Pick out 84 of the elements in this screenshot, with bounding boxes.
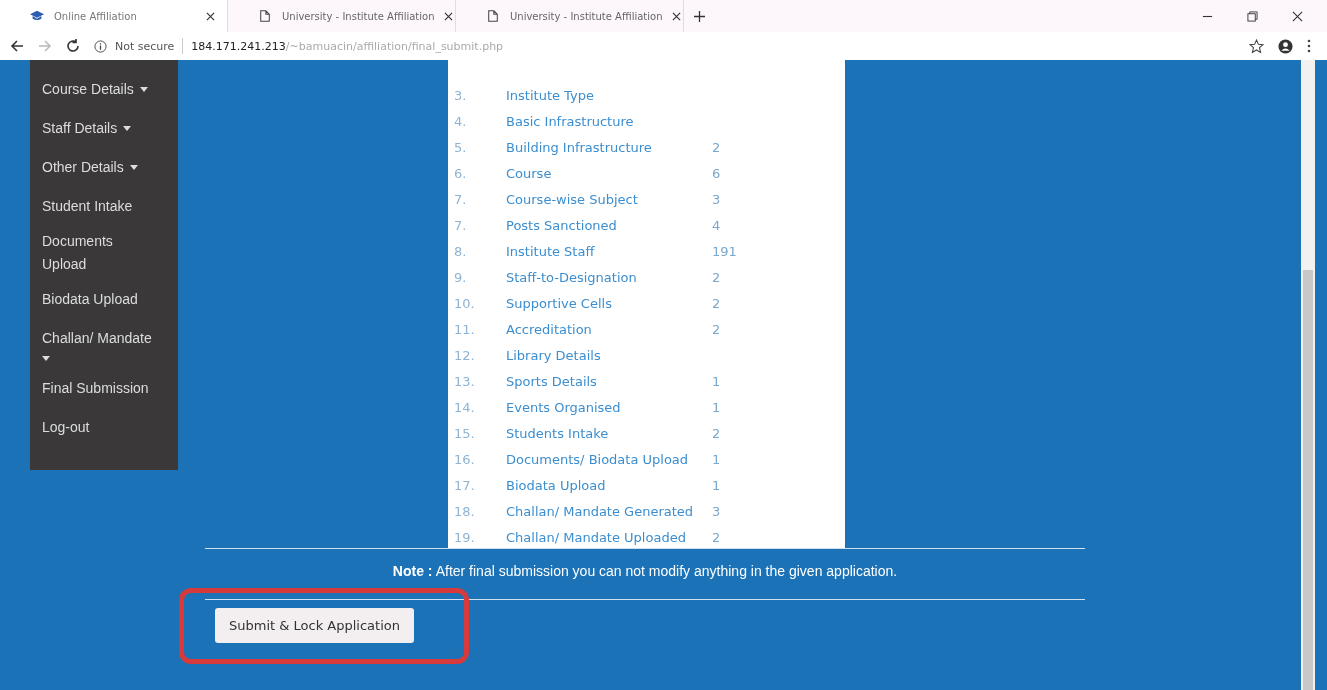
row-number: 3. (453, 87, 468, 103)
table-cell-text: Students Intake (506, 425, 610, 441)
sidebar-item[interactable]: Biodata Upload (30, 280, 178, 319)
browser-tab[interactable]: Online Affiliation (0, 0, 228, 32)
table-cell-text: Institute Type (506, 87, 595, 103)
reload-icon[interactable] (66, 39, 80, 53)
row-number: 7. (453, 217, 468, 233)
row-number: 8. (453, 243, 468, 259)
table-cell-text: Staff-to-Designation (506, 269, 638, 285)
count-cell: 4 (712, 217, 721, 233)
row-number: 14. (453, 399, 476, 415)
graduation-cap-icon (30, 10, 44, 22)
new-tab-icon[interactable] (694, 10, 705, 22)
count-cell: 1 (712, 373, 721, 389)
count-cell: 2 (712, 321, 721, 337)
row-number: 9. (453, 269, 468, 285)
note-text: Note : After final submission you can not modify anything in the given application. (391, 563, 899, 579)
count-cell: 3 (712, 503, 721, 519)
row-number: 11. (453, 321, 476, 337)
sidebar-item[interactable]: Other Details (30, 148, 178, 187)
close-icon[interactable] (1292, 10, 1303, 22)
table-cell-text: Course (506, 165, 553, 181)
table-cell-text: Building Infrastructure (506, 139, 653, 155)
table-cell-text: Documents/ Biodata Upload (506, 451, 690, 467)
sidebar-item[interactable]: Staff Details (30, 109, 178, 148)
row-number: 15. (453, 425, 476, 441)
caret-icon (139, 87, 148, 92)
count-cell: 2 (712, 295, 721, 311)
close-icon[interactable] (672, 11, 682, 21)
star-icon[interactable] (1249, 38, 1264, 54)
row-number: 7. (453, 191, 468, 207)
menu-icon[interactable] (1307, 39, 1311, 53)
row-number: 13. (453, 373, 476, 389)
sidebar-item[interactable]: Course Details (30, 70, 178, 109)
table-cell-text: Supportive Cells (506, 295, 613, 311)
row-number: 10. (453, 295, 476, 311)
scrollbar[interactable] (1301, 60, 1315, 690)
table-cell-text: Posts Sanctioned (506, 217, 618, 233)
back-arrow-icon[interactable] (10, 39, 24, 53)
row-number: 18. (453, 503, 476, 519)
count-cell: 1 (712, 477, 721, 493)
page-icon (486, 10, 500, 22)
account-icon[interactable] (1278, 38, 1293, 54)
table-cell-text: Course-wise Subject (506, 191, 639, 207)
row-number: 4. (453, 113, 468, 129)
count-cell: 191 (712, 243, 737, 259)
caret-icon (42, 356, 50, 361)
submit-button[interactable]: Submit & Lock Application (215, 608, 414, 643)
count-cell: 6 (712, 165, 721, 181)
close-icon[interactable] (206, 11, 215, 21)
count-cell: 2 (712, 425, 721, 441)
count-cell: 2 (712, 529, 721, 545)
table-cell-text: Challan/ Mandate Generated (506, 503, 695, 519)
row-number: 5. (453, 139, 468, 155)
address-field[interactable]: Not secure 184.171.241.213/~bamuacin/affiliation/final_submit.php (94, 34, 1235, 58)
table-cell-text: Accreditation (506, 321, 593, 337)
table-cell-text: Library Details (506, 347, 602, 363)
row-number: 17. (453, 477, 476, 493)
row-number: 6. (453, 165, 468, 181)
table-cell-text: Sports Details (506, 373, 598, 389)
sidebar-item[interactable]: Challan/ Mandate (30, 319, 178, 369)
row-number: 12. (453, 347, 476, 363)
count-cell: 2 (712, 269, 721, 285)
sidebar-item[interactable]: Log-out (30, 408, 178, 447)
count-cell: 3 (712, 191, 721, 207)
sidebar-item[interactable]: Documents Upload (30, 226, 178, 280)
row-number: 19. (453, 529, 476, 545)
page-icon (258, 10, 272, 22)
info-icon (94, 39, 107, 53)
close-icon[interactable] (444, 11, 454, 21)
table-cell-text: Institute Staff (506, 243, 596, 259)
table-cell-text: Events Organised (506, 399, 622, 415)
count-cell: 1 (712, 399, 721, 415)
table-cell-text: Biodata Upload (506, 477, 607, 493)
restore-icon[interactable] (1247, 10, 1258, 22)
count-cell: 1 (712, 451, 721, 467)
table-cell-text: Challan/ Mandate Uploaded (506, 529, 687, 545)
caret-icon (129, 165, 138, 170)
sidebar-item[interactable]: Final Submission (30, 369, 178, 408)
sidebar-item[interactable]: Student Intake (30, 187, 178, 226)
caret-icon (123, 126, 132, 131)
row-number: 16. (453, 451, 476, 467)
count-cell: 2 (712, 139, 721, 155)
table-cell-text: Basic Infrastructure (506, 113, 635, 129)
